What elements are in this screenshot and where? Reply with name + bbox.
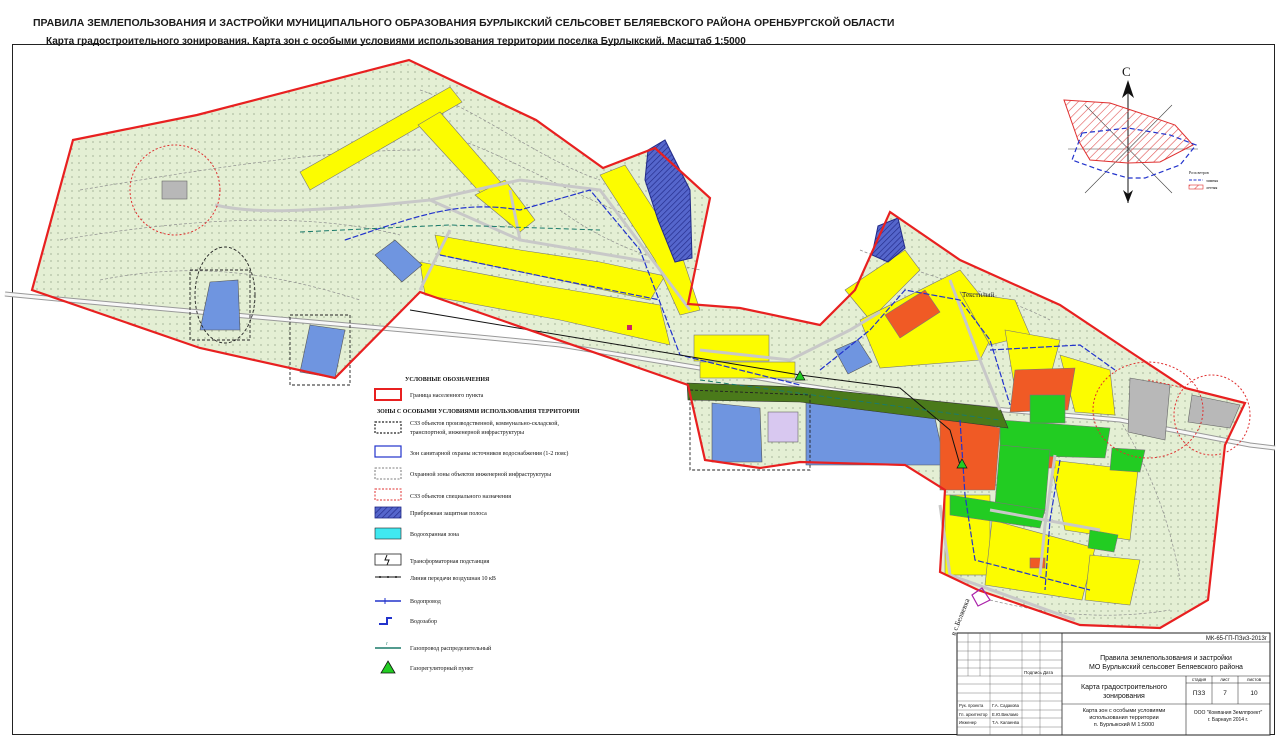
map-desc: п. Бурлыкский М 1:5000 (1094, 721, 1154, 728)
map-desc: использования территории (1089, 715, 1158, 721)
doc-code: МК-65-ГП-ПЗиЗ-2013г (1206, 636, 1268, 642)
summer-label: летняя (1206, 185, 1218, 190)
recreation-zone (1029, 394, 1066, 424)
role-label: Гл. архитектор (959, 712, 988, 717)
role-label: Рук. проекта (959, 703, 984, 708)
legend-label: Газопровод распределительный (410, 645, 492, 652)
org-city: г. Барнаул 2014 г. (1208, 717, 1248, 723)
sheets-value: 10 (1250, 690, 1258, 697)
legend-section-title: ЗОНЫ С ОСОБЫМИ УСЛОВИЯМИ ИСПОЛЬЗОВАНИЯ Т… (377, 409, 580, 415)
residential-block (1084, 554, 1141, 606)
legend-swatch-eng-protection (374, 467, 402, 480)
legend-title: УСЛОВНЫЕ ОБОЗНАЧЕНИЯ (405, 377, 490, 383)
legend-label: Линия передачи воздушная 10 кВ (410, 576, 496, 582)
legend: УСЛОВНЫЕ ОБОЗНАЧЕНИЯ Граница населенного… (374, 377, 580, 674)
recreation-zone (1109, 447, 1146, 473)
public-zone (939, 414, 1001, 491)
legend-label: Газорегуляторный пункт (410, 665, 474, 672)
map-canvas: Текстилый в с.Беляевка С Роза ветров зим… (4, 58, 1276, 736)
legend-label: Зон санитарной охраны источников водосна… (410, 450, 568, 457)
project-title-2: МО Бурлыкский сельсовет Беляевского райо… (1089, 663, 1243, 671)
winter-label: зимняя (1206, 178, 1218, 183)
wind-rose-title: Роза ветров (1189, 170, 1209, 175)
legend-swatch-boundary (374, 388, 402, 401)
legend-label: Трансформаторная подстанция (410, 558, 490, 565)
utility-zone (161, 180, 188, 200)
industrial-zone (711, 402, 763, 463)
title-block: Подпись Дата Рук. проекта Г.А. Садакова … (956, 632, 1271, 736)
legend-swatch-coastal (374, 506, 402, 519)
legend-label: Прибрежная защитная полоса (410, 510, 487, 517)
role-label: Инженер (959, 720, 977, 725)
gas-point-legend-icon (380, 660, 396, 674)
sheet-name-2: зонирования (1103, 693, 1145, 700)
legend-swatch-szz-special (374, 488, 402, 501)
svg-text:г: г (386, 642, 388, 647)
col-sheet: лист (1220, 677, 1229, 682)
summer-rose (1063, 99, 1194, 164)
legend-swatch-water-zone (374, 527, 402, 540)
person-name: Е.Ю.Викламо (992, 712, 1019, 717)
residential-block (699, 361, 796, 379)
water-intake-legend-icon (379, 617, 392, 625)
person-name: Г.А. Садакова (992, 703, 1020, 708)
legend-label: Граница населенного пункта (410, 393, 484, 399)
legend-label: Водопровод (410, 599, 441, 605)
sheet-name: Карта градостроительного (1081, 684, 1167, 691)
legend-label: СЗЗ объектов производственной, коммуналь… (410, 420, 559, 427)
legend-swatch-water-protection (374, 445, 402, 458)
recreation-zone (994, 444, 1051, 511)
project-title: Правила землепользования и застройки (1100, 654, 1232, 662)
sign-label: Подпись (1024, 670, 1042, 675)
legend-swatch-szz-industrial (374, 421, 402, 434)
person-name: Т.А. Калаенва (992, 720, 1020, 725)
legend-label: Водозабор (410, 618, 437, 625)
map-desc: Карта зон с особыми условиями (1083, 708, 1166, 714)
legend-label: СЗЗ объектов специального назначения (410, 493, 511, 500)
wind-rose: С Роза ветров зимняя летняя (1063, 64, 1218, 203)
date-label: Дата (1043, 670, 1053, 675)
col-sheets: листов (1247, 677, 1262, 682)
sheet-value: 7 (1223, 690, 1227, 697)
utility-zone (1127, 377, 1171, 441)
legend-label: Охранной зоны объектов инженерной инфрас… (410, 471, 551, 478)
water-intake-icon (627, 325, 632, 330)
special-object-zone (767, 411, 799, 443)
org-name: ООО "Компания Землпроект" (1194, 710, 1263, 716)
stage-value: ПЗЗ (1193, 690, 1206, 697)
north-letter: С (1122, 64, 1131, 79)
street-label: Текстилый (962, 291, 994, 299)
legend-label: транспортной, инженерной инфраструктуры (410, 429, 524, 436)
legend-label: Водоохранная зона (410, 532, 459, 538)
col-stage: стадия (1192, 677, 1207, 682)
road-label: в с.Беляевка (949, 596, 972, 636)
map-sheet: ПРАВИЛА ЗЕМЛЕПОЛЬЗОВАНИЯ И ЗАСТРОЙКИ МУН… (0, 0, 1280, 741)
